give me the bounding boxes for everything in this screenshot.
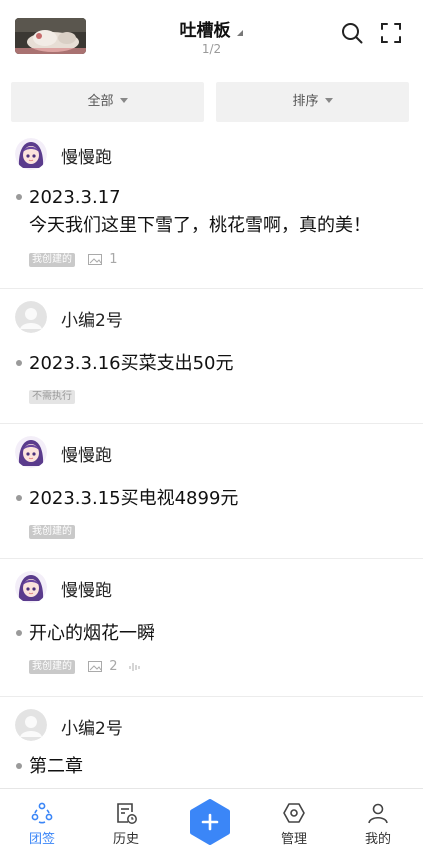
image-icon [88,254,103,265]
post-text-line: 开心的烟花一瞬 [29,623,155,644]
author-name: 小编2号 [61,719,123,739]
add-button[interactable] [188,799,232,845]
tab-label: 团签 [28,832,55,847]
default-user-avatar[interactable] [15,709,47,741]
post-card[interactable]: 小编2号 2023.3.16买菜支出50元 不需执行 [0,289,423,424]
caret-icon[interactable] [236,21,244,40]
post-text-line: 第二章 [29,756,83,777]
post-list: 慢慢跑 2023.3.17 今天我们这里下雪了，桃花雪啊，真的美！ 我创建的 1… [0,126,423,788]
anime-girl-avatar[interactable] [15,138,47,170]
image-count: 2 [109,659,118,674]
fullscreen-icon[interactable] [380,22,402,44]
profile-icon [368,803,388,824]
page-title[interactable]: 吐槽板 [179,16,230,41]
author-name: 慢慢跑 [61,581,112,601]
default-user-avatar[interactable] [15,301,47,333]
author-name: 慢慢跑 [61,446,112,466]
tab-profile[interactable]: 我的 [336,789,420,856]
page-indicator: 1/2 [201,42,222,56]
bottom-tab-bar: 团签 历史 管理 我的 [0,788,423,856]
post-text-line: 今天我们这里下雪了，桃花雪啊，真的美！ [29,215,371,236]
post-card[interactable]: 慢慢跑 2023.3.15买电视4899元 我创建的 [0,424,423,559]
status-badge: 我创建的 [29,252,75,267]
status-badge: 我创建的 [29,659,75,674]
bullet-dot [16,630,22,636]
post-card[interactable]: 慢慢跑 开心的烟花一瞬 我创建的 2 [0,559,423,697]
tab-label: 管理 [280,832,307,847]
tab-label: 历史 [112,832,139,847]
post-meta: 我创建的 [29,521,75,539]
post-meta: 我创建的 1 [29,249,117,267]
bullet-dot [16,360,22,366]
tab-manage[interactable]: 管理 [252,789,336,856]
team-icon [31,802,53,824]
status-badge: 我创建的 [29,524,75,539]
tab-label: 我的 [364,832,391,847]
tab-history[interactable]: 历史 [84,789,168,856]
image-count: 1 [109,252,118,267]
tab-team[interactable]: 团签 [0,789,84,856]
post-text-line: 2023.3.17 [29,187,121,208]
filter-bar: 全部 排序 [11,82,409,122]
manage-icon [283,803,305,823]
author-name: 慢慢跑 [61,148,112,168]
sort-label: 排序 [292,94,319,109]
status-badge: 不需执行 [29,389,75,404]
anime-girl-avatar[interactable] [15,571,47,603]
image-icon [88,661,103,672]
audio-wave-icon [128,662,140,671]
bullet-dot [16,763,22,769]
chevron-down-icon [324,98,333,103]
add-icon [190,799,230,845]
sort-dropdown[interactable]: 排序 [216,82,409,122]
post-card[interactable]: 小编2号 第二章 [0,697,423,788]
post-text-line: 2023.3.16买菜支出50元 [29,353,234,374]
bullet-dot [16,194,22,200]
filter-all-dropdown[interactable]: 全部 [11,82,204,122]
anime-girl-avatar[interactable] [15,436,47,468]
chevron-down-icon [119,98,128,103]
author-name: 小编2号 [61,311,123,331]
header-bar: 吐槽板 1/2 [0,0,423,72]
filter-all-label: 全部 [87,94,114,109]
search-icon[interactable] [341,22,363,44]
post-meta: 不需执行 [29,386,75,404]
post-meta: 我创建的 2 [29,656,141,674]
post-card[interactable]: 慢慢跑 2023.3.17 今天我们这里下雪了，桃花雪啊，真的美！ 我创建的 1 [0,126,423,289]
post-text-line: 2023.3.15买电视4899元 [29,488,239,509]
bullet-dot [16,495,22,501]
history-icon [117,803,137,824]
